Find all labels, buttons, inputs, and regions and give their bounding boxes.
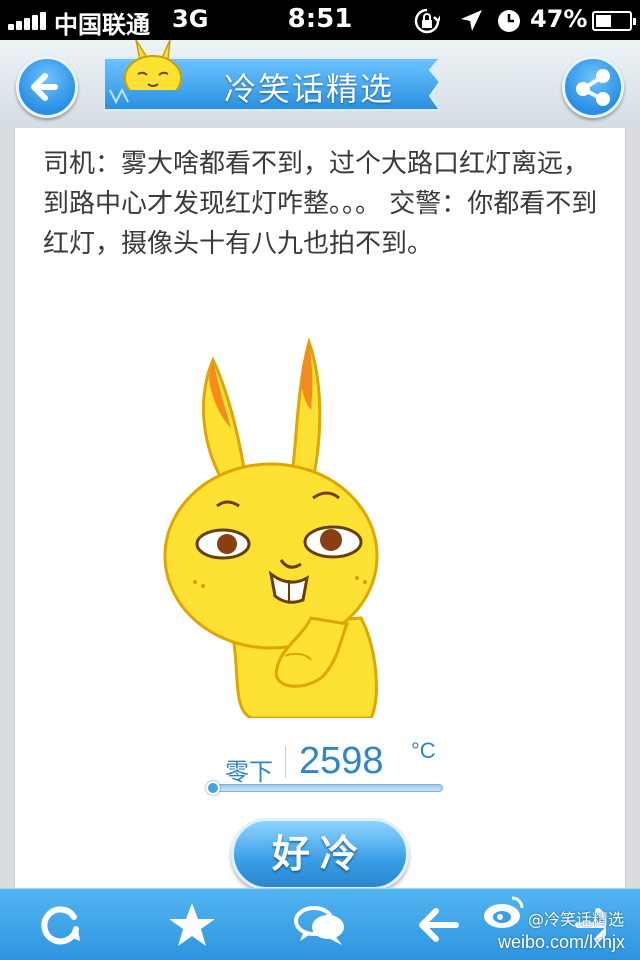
battery-icon (592, 11, 636, 31)
share-button[interactable] (562, 56, 624, 118)
clock-icon (498, 10, 520, 32)
refresh-icon (41, 906, 80, 945)
share-icon (576, 69, 610, 106)
coldness-divider (285, 746, 286, 778)
refresh-button[interactable] (30, 895, 90, 955)
arrow-left-icon (419, 908, 459, 942)
location-arrow-icon (461, 10, 482, 31)
joke-text: 司机：雾大啥都看不到，过个大路口红灯离远，到路中心才发现红灯咋整。。。 交警：你… (43, 149, 598, 259)
weibo-logo-icon (484, 896, 524, 928)
previous-button[interactable] (408, 895, 468, 955)
arrow-left-icon (31, 73, 58, 101)
joke-card: 司机：雾大啥都看不到，过个大路口红灯离远，到路中心才发现红灯咋整。。。 交警：你… (14, 128, 626, 928)
comments-button[interactable] (290, 895, 350, 955)
app-header: 冷笑话精选 (0, 40, 640, 128)
coldness-value: 2598 (299, 740, 384, 782)
star-icon (169, 903, 215, 946)
watermark-url: weibo.com/lxhjx (498, 932, 626, 952)
rotation-lock-icon (414, 8, 440, 34)
status-bar: 中国联通 3G 8:51 47% (0, 0, 640, 40)
coldness-progress-knob (206, 781, 220, 795)
comments-icon (294, 906, 344, 945)
watermark-name: @冷笑话精选 (528, 910, 625, 929)
favorite-button[interactable] (162, 895, 222, 955)
mascot-logo-icon (124, 40, 182, 90)
mascot-illustration (163, 338, 379, 718)
coldness-label: 零下 (225, 758, 273, 786)
coldness-unit: °C (411, 738, 436, 763)
back-button[interactable] (16, 56, 78, 118)
coldness-progress-bar (206, 781, 443, 795)
battery-level-fill (596, 15, 611, 27)
page-title: 冷笑话精选 (223, 70, 394, 108)
so-cold-button[interactable]: 好冷 (231, 818, 409, 890)
battery-percent: 47% (530, 5, 588, 33)
